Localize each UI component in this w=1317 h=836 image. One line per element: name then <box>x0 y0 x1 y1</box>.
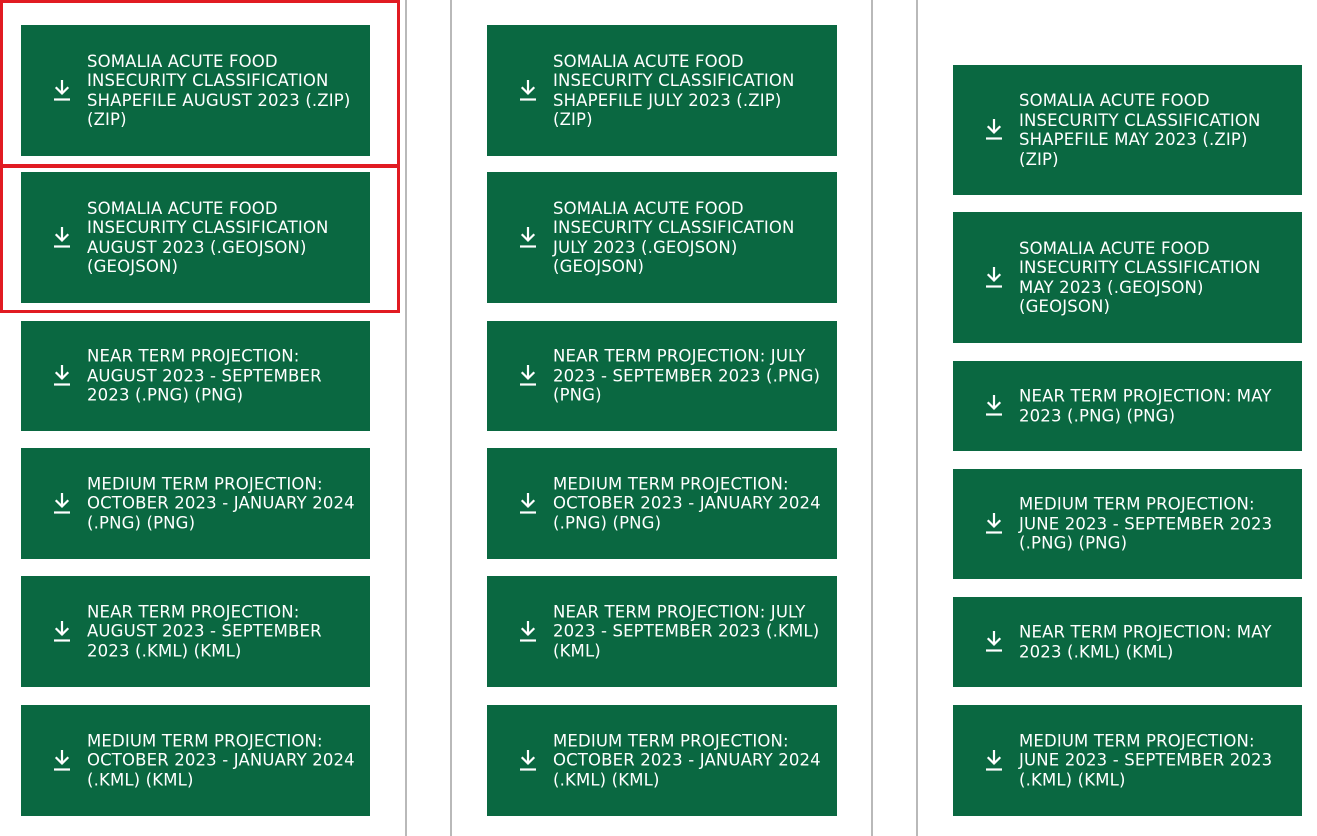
download-button-label: NEAR TERM PROJECTION: MAY 2023 (.PNG) (P… <box>1019 386 1272 425</box>
download-button-shapefile-zip[interactable]: SOMALIA ACUTE FOOD INSECURITY CLASSIFICA… <box>953 65 1302 195</box>
download-icon <box>984 512 1004 535</box>
download-column-3: SOMALIA ACUTE FOOD INSECURITY CLASSIFICA… <box>0 0 1317 836</box>
download-button-geojson[interactable]: SOMALIA ACUTE FOOD INSECURITY CLASSIFICA… <box>953 212 1302 343</box>
download-icon <box>984 394 1004 417</box>
download-button-label: MEDIUM TERM PROJECTION: JUNE 2023 - SEPT… <box>1019 731 1273 790</box>
download-button-label: SOMALIA ACUTE FOOD INSECURITY CLASSIFICA… <box>1019 238 1261 317</box>
download-button-near-term-png[interactable]: NEAR TERM PROJECTION: MAY 2023 (.PNG) (P… <box>953 361 1302 451</box>
download-button-label: SOMALIA ACUTE FOOD INSECURITY CLASSIFICA… <box>1019 90 1261 169</box>
download-button-near-term-kml[interactable]: NEAR TERM PROJECTION: MAY 2023 (.KML) (K… <box>953 597 1302 687</box>
download-icon <box>984 630 1004 653</box>
download-button-medium-term-kml[interactable]: MEDIUM TERM PROJECTION: JUNE 2023 - SEPT… <box>953 705 1302 816</box>
download-button-medium-term-png[interactable]: MEDIUM TERM PROJECTION: JUNE 2023 - SEPT… <box>953 469 1302 579</box>
download-button-label: NEAR TERM PROJECTION: MAY 2023 (.KML) (K… <box>1019 622 1272 661</box>
download-icon <box>984 266 1004 289</box>
download-button-label: MEDIUM TERM PROJECTION: JUNE 2023 - SEPT… <box>1019 494 1273 553</box>
download-icon <box>984 118 1004 141</box>
download-icon <box>984 749 1004 772</box>
